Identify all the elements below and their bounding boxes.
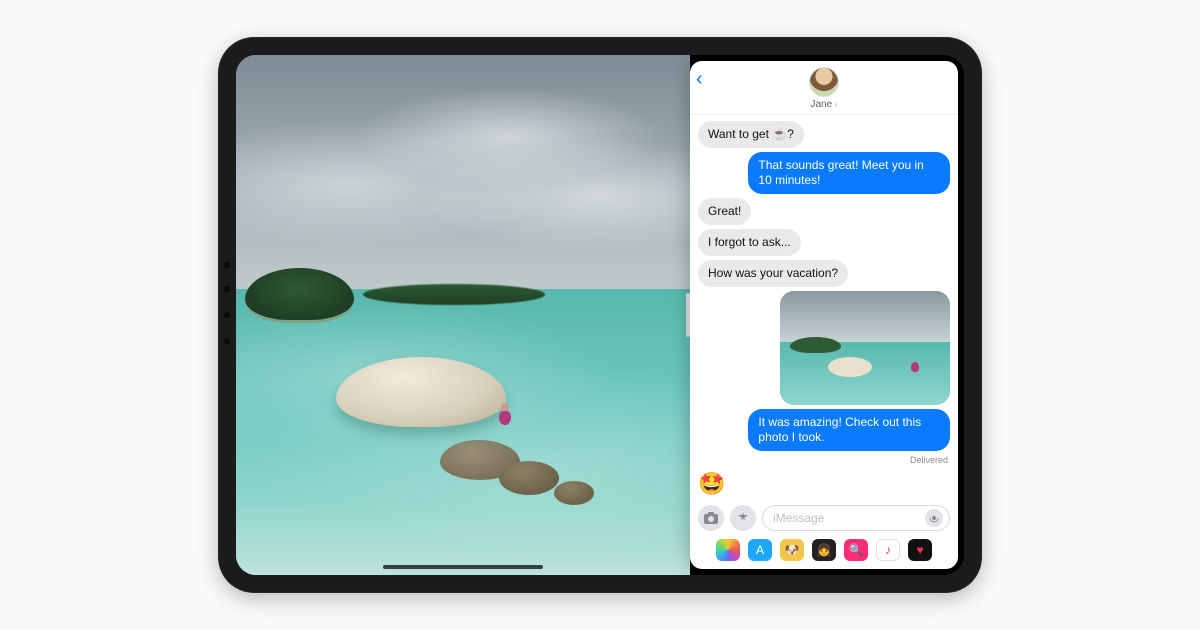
thumb-person <box>911 362 919 372</box>
incoming-reaction[interactable]: 🤩 <box>698 471 725 497</box>
photo-treeline <box>363 284 545 305</box>
contact-name-button[interactable]: Jane› <box>810 99 837 110</box>
outgoing-message[interactable]: That sounds great! Meet you in 10 minute… <box>748 152 950 194</box>
message-placeholder: iMessage <box>773 511 824 525</box>
photo-sea-region <box>236 289 690 575</box>
animoji-app[interactable]: 🐶 <box>780 539 804 561</box>
outgoing-message[interactable]: It was amazing! Check out this photo I t… <box>748 409 950 451</box>
photo-sky-region <box>236 55 690 289</box>
photo-person <box>495 403 515 427</box>
thumb-sky <box>780 291 950 342</box>
contact-name-label: Jane <box>810 99 832 110</box>
message-input[interactable]: iMessage <box>762 505 950 531</box>
contact-avatar[interactable] <box>809 67 839 97</box>
appstore-imessage-app[interactable]: A <box>748 539 772 561</box>
slideover-grabber[interactable] <box>686 293 690 337</box>
message-thread[interactable]: Want to get ☕️? That sounds great! Meet … <box>690 115 958 499</box>
images-search-app[interactable]: 🔍 <box>844 539 868 561</box>
photos-app-fullscreen[interactable] <box>236 55 690 575</box>
compose-bar: iMessage <box>690 499 958 537</box>
music-app[interactable]: ♪ <box>876 539 900 561</box>
messages-header: ‹ Jane› <box>690 61 958 115</box>
camera-button[interactable] <box>698 505 724 531</box>
incoming-message[interactable]: Great! <box>698 198 751 225</box>
thumb-island <box>790 337 841 353</box>
outgoing-photo-message[interactable] <box>780 291 950 405</box>
front-camera-icon <box>224 312 230 318</box>
digital-touch-app[interactable]: ♥ <box>908 539 932 561</box>
app-store-button[interactable] <box>730 505 756 531</box>
ipad-device-frame: ‹ Jane› Want to get ☕️? That sounds grea… <box>218 37 982 593</box>
imessage-app-strip: A 🐶 👧 🔍 ♪ ♥ <box>690 537 958 569</box>
audio-wave-icon <box>929 513 939 523</box>
messages-slideover-panel: ‹ Jane› Want to get ☕️? That sounds grea… <box>690 61 958 569</box>
home-indicator[interactable] <box>383 565 543 569</box>
camera-icon <box>704 512 718 524</box>
thumb-rock <box>828 357 872 377</box>
photo-island <box>245 268 354 320</box>
incoming-message[interactable]: How was your vacation? <box>698 260 848 287</box>
chevron-right-icon: › <box>834 99 837 110</box>
incoming-message[interactable]: I forgot to ask... <box>698 229 801 256</box>
incoming-message[interactable]: Want to get ☕️? <box>698 121 804 148</box>
memoji-app[interactable]: 👧 <box>812 539 836 561</box>
appstore-icon <box>736 511 750 525</box>
photos-imessage-app[interactable] <box>716 539 740 561</box>
dictation-button[interactable] <box>925 509 943 527</box>
photo-rock <box>499 461 559 495</box>
ipad-screen: ‹ Jane› Want to get ☕️? That sounds grea… <box>236 55 964 575</box>
back-button[interactable]: ‹ <box>696 69 703 89</box>
delivered-status: Delivered <box>910 455 950 465</box>
